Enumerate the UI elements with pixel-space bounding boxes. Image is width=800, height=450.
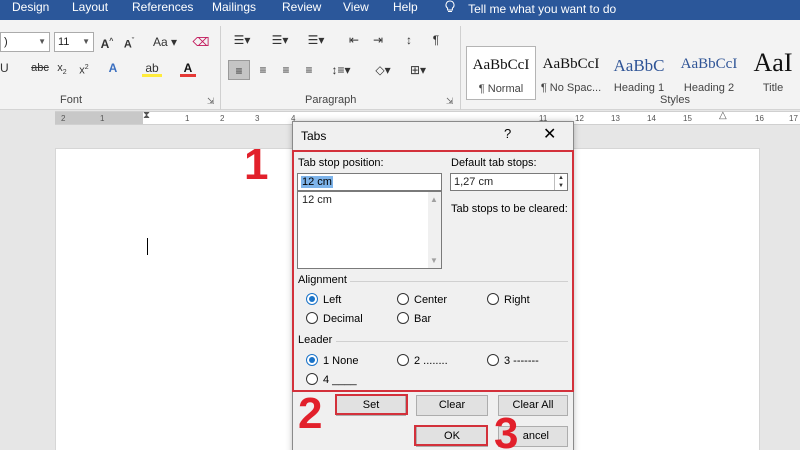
group-divider bbox=[460, 26, 461, 110]
text-effects-icon[interactable]: A bbox=[106, 58, 120, 78]
ruler-number: 15 bbox=[683, 114, 692, 123]
group-divider bbox=[220, 26, 221, 110]
annotation-highlight-box bbox=[414, 425, 488, 446]
shading-icon[interactable]: ◇▾ bbox=[370, 60, 396, 80]
style-sample: AaBbCcI bbox=[472, 57, 530, 73]
multilevel-list-icon[interactable]: ☰▾ bbox=[304, 30, 328, 50]
line-spacing-icon[interactable]: ↕≡▾ bbox=[328, 60, 354, 80]
ruler-number: 1 bbox=[100, 114, 105, 123]
style-sample: AaBbCcI bbox=[542, 56, 600, 72]
tab-help[interactable]: Help bbox=[393, 0, 418, 20]
right-indent-marker-icon[interactable]: △ bbox=[719, 110, 727, 121]
ruler-number: 13 bbox=[611, 114, 620, 123]
tell-me-text: Tell me what you want to do bbox=[468, 2, 617, 16]
dialog-launcher-icon[interactable]: ⇲ bbox=[207, 96, 217, 106]
highlight-icon[interactable]: ab bbox=[142, 58, 162, 78]
tell-me-box[interactable]: Tell me what you want to do bbox=[445, 0, 616, 20]
annotation-number: 3 bbox=[494, 409, 519, 450]
change-case-icon[interactable]: Aa ▾ bbox=[150, 32, 180, 52]
dialog-launcher-icon[interactable]: ⇲ bbox=[446, 96, 456, 106]
style-name: Heading 2 bbox=[683, 82, 735, 94]
dialog-title: Tabs bbox=[301, 129, 327, 143]
paragraph-group-label: Paragraph bbox=[305, 94, 357, 106]
text-cursor bbox=[147, 238, 148, 255]
tab-layout[interactable]: Layout bbox=[72, 0, 108, 20]
ruler-number: 3 bbox=[255, 114, 260, 123]
style-normal[interactable]: AaBbCcI ¶ Normal bbox=[466, 46, 536, 100]
grow-font-icon[interactable]: A^ bbox=[100, 32, 114, 52]
style-sample: AaI bbox=[753, 48, 793, 77]
subscript-icon[interactable]: x2 bbox=[55, 58, 69, 78]
align-left-icon[interactable]: ≡ bbox=[228, 60, 250, 80]
ribbon-home: ) ▼ 11 ▼ A^ Aˇ Aa ▾ ⌫ U abc x2 x2 A ab A… bbox=[0, 20, 800, 110]
clear-formatting-icon[interactable]: ⌫ bbox=[192, 32, 210, 52]
ribbon-tab-bar: Design Layout References Mailings Review… bbox=[0, 0, 800, 20]
annotation-highlight-box bbox=[292, 150, 574, 392]
tab-review[interactable]: Review bbox=[282, 0, 321, 20]
decrease-indent-icon[interactable]: ⇤ bbox=[345, 30, 363, 50]
font-group-label: Font bbox=[60, 94, 83, 106]
ruler-number: 1 bbox=[185, 114, 190, 123]
superscript-icon[interactable]: x2 bbox=[77, 58, 91, 78]
clear-button[interactable]: Clear bbox=[416, 395, 488, 416]
style-heading-1[interactable]: AaBbC Heading 1 bbox=[606, 46, 672, 100]
annotation-number: 2 bbox=[298, 389, 323, 438]
style-title[interactable]: AaI Title bbox=[746, 46, 800, 100]
increase-indent-icon[interactable]: ⇥ bbox=[369, 30, 387, 50]
tab-mailings[interactable]: Mailings bbox=[212, 0, 256, 20]
annotation-highlight-box bbox=[335, 394, 408, 415]
style-sample: AaBbCcI bbox=[680, 56, 738, 72]
align-center-icon[interactable]: ≡ bbox=[253, 60, 273, 80]
lightbulb-icon bbox=[445, 0, 459, 16]
style-name: Title bbox=[762, 82, 784, 94]
annotation-number: 1 bbox=[244, 140, 269, 189]
style-heading-2[interactable]: AaBbCcI Heading 2 bbox=[674, 46, 744, 100]
ruler-number: 14 bbox=[647, 114, 656, 123]
style-name: ¶ Normal bbox=[478, 83, 524, 95]
close-icon[interactable]: ✕ bbox=[543, 124, 556, 144]
font-name-combo[interactable]: ) ▼ bbox=[0, 32, 50, 52]
ruler-number: 16 bbox=[755, 114, 764, 123]
styles-gallery: AaBbCcI ¶ Normal AaBbCcI ¶ No Spac... Aa… bbox=[466, 46, 800, 100]
align-right-icon[interactable]: ≡ bbox=[276, 60, 296, 80]
styles-group-label: Styles bbox=[660, 94, 690, 106]
style-sample: AaBbC bbox=[613, 56, 665, 75]
borders-icon[interactable]: ⊞▾ bbox=[405, 60, 431, 80]
numbering-icon[interactable]: ☰▾ bbox=[268, 30, 292, 50]
indent-marker-icon[interactable]: ⧗ bbox=[143, 110, 150, 121]
ruler-number: 17 bbox=[789, 114, 798, 123]
strikethrough-icon[interactable]: abc bbox=[30, 58, 50, 78]
shrink-font-icon[interactable]: Aˇ bbox=[122, 32, 136, 52]
style-name: Heading 1 bbox=[613, 82, 665, 94]
justify-icon[interactable]: ≡ bbox=[299, 60, 319, 80]
sort-icon[interactable]: ↕ bbox=[400, 30, 418, 50]
chevron-down-icon: ▼ bbox=[82, 37, 90, 46]
tab-design[interactable]: Design bbox=[12, 0, 49, 20]
ruler-margin bbox=[55, 112, 143, 124]
ruler-number: 2 bbox=[61, 114, 66, 123]
font-name-value: ) bbox=[4, 36, 8, 48]
style-name: ¶ No Spac... bbox=[540, 82, 602, 94]
ruler-number: 2 bbox=[220, 114, 225, 123]
font-size-value: 11 bbox=[58, 36, 70, 48]
bullets-icon[interactable]: ☰▾ bbox=[230, 30, 254, 50]
tab-references[interactable]: References bbox=[132, 0, 193, 20]
show-formatting-icon[interactable]: ¶ bbox=[428, 30, 444, 50]
font-color-icon[interactable]: A bbox=[180, 58, 196, 78]
font-size-combo[interactable]: 11 ▼ bbox=[54, 32, 94, 52]
help-icon[interactable]: ? bbox=[504, 126, 511, 141]
chevron-down-icon: ▼ bbox=[38, 37, 46, 46]
underline-icon[interactable]: U bbox=[0, 58, 9, 78]
tab-view[interactable]: View bbox=[343, 0, 369, 20]
style-no-spacing[interactable]: AaBbCcI ¶ No Spac... bbox=[538, 46, 604, 100]
ruler-number: 12 bbox=[575, 114, 584, 123]
